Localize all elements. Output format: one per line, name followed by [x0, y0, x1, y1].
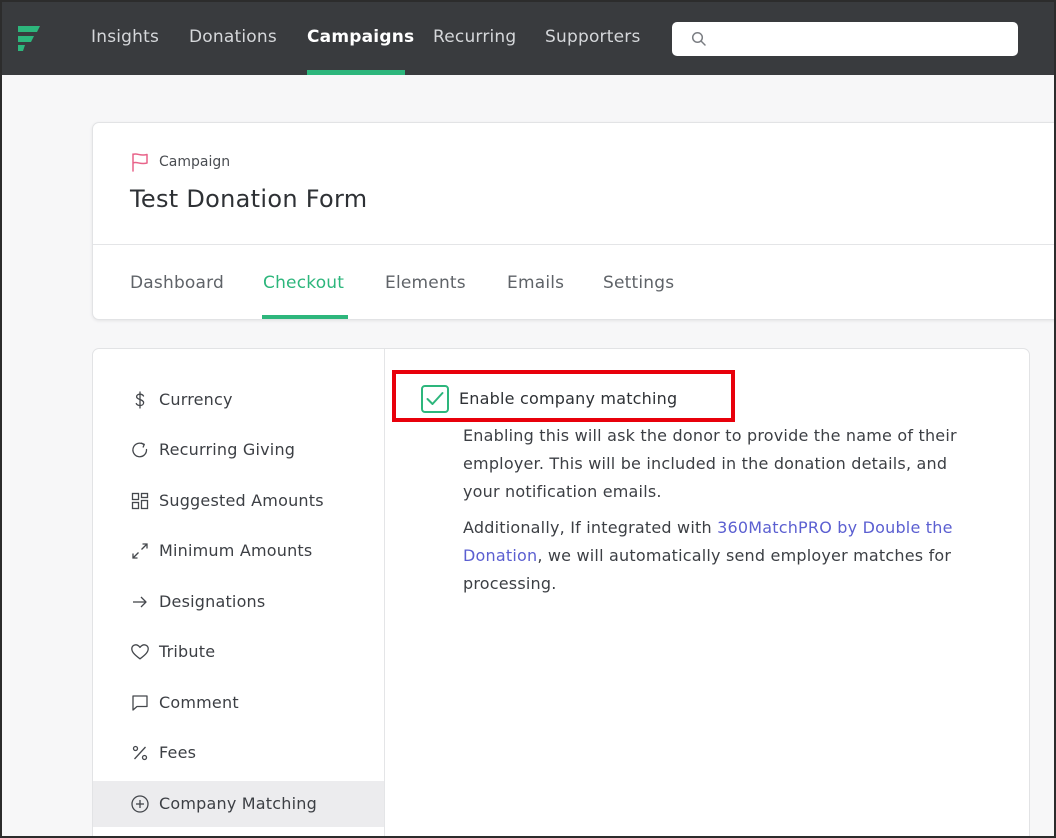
sidebar-item-label: Recurring Giving: [159, 440, 296, 459]
breadcrumb: Campaign: [159, 154, 231, 170]
sidebar-item-suggested-amounts[interactable]: Suggested Amounts: [93, 478, 384, 524]
campaign-header-card: Campaign Test Donation Form Dashboard Ch…: [92, 122, 1056, 320]
search-box[interactable]: [672, 22, 1018, 56]
fundraise-logo-icon[interactable]: [15, 24, 43, 54]
sidebar-item-label: Minimum Amounts: [159, 541, 313, 560]
tab-dashboard[interactable]: Dashboard: [130, 273, 224, 293]
arrow-right-icon: [133, 596, 147, 608]
tab-active-indicator: [262, 315, 348, 319]
sidebar-item-label: Designations: [159, 592, 266, 611]
top-navigation: Insights Donations Campaigns Recurring S…: [0, 0, 1056, 75]
sidebar-item-fees[interactable]: Fees: [93, 730, 384, 776]
sidebar-item-designations[interactable]: Designations: [93, 579, 384, 625]
sidebar-item-minimum-amounts[interactable]: Minimum Amounts: [93, 528, 384, 574]
sidebar-item-tribute[interactable]: Tribute: [93, 629, 384, 675]
refresh-icon: [132, 442, 148, 458]
grid-icon: [131, 492, 149, 510]
sidebar-divider: [384, 349, 385, 838]
flag-icon: [132, 153, 148, 172]
nav-active-indicator: [307, 70, 405, 75]
integration-suffix: , we will automatically send employer ma…: [463, 546, 952, 593]
integration-text: Additionally, If integrated with 360Matc…: [463, 514, 973, 598]
nav-insights[interactable]: Insights: [91, 27, 159, 75]
company-matching-label[interactable]: Enable company matching: [459, 389, 677, 408]
plus-circle-icon: [131, 795, 149, 813]
sidebar-item-label: Currency: [159, 390, 233, 409]
sidebar-item-label: Comment: [159, 693, 239, 712]
heart-icon: [131, 644, 149, 660]
dollar-icon: [135, 391, 145, 409]
sidebar-item-comment[interactable]: Comment: [93, 680, 384, 726]
search-icon: [691, 31, 706, 46]
sidebar-item-recurring-giving[interactable]: Recurring Giving: [93, 427, 384, 473]
page-title: Test Donation Form: [130, 185, 368, 213]
tab-elements[interactable]: Elements: [385, 273, 466, 293]
comment-icon: [132, 695, 148, 711]
sidebar-item-label: Fees: [159, 743, 197, 762]
sidebar-item-label: Suggested Amounts: [159, 491, 324, 510]
tab-checkout[interactable]: Checkout: [263, 273, 344, 293]
search-input[interactable]: [716, 26, 1006, 52]
sidebar-item-currency[interactable]: Currency: [93, 377, 384, 423]
nav-campaigns[interactable]: Campaigns: [307, 27, 414, 75]
sidebar-item-company-matching[interactable]: Company Matching: [93, 781, 384, 827]
percent-icon: [132, 745, 148, 761]
nav-supporters[interactable]: Supporters: [545, 27, 641, 75]
sidebar-item-label: Tribute: [159, 642, 216, 661]
tab-emails[interactable]: Emails: [507, 273, 564, 293]
company-matching-checkbox[interactable]: [421, 385, 449, 413]
nav-recurring[interactable]: Recurring: [433, 27, 516, 75]
sidebar-item-label: Company Matching: [159, 794, 317, 813]
nav-donations[interactable]: Donations: [189, 27, 277, 75]
expand-icon: [132, 543, 148, 559]
tab-settings[interactable]: Settings: [603, 273, 674, 293]
header-divider: [93, 244, 1056, 245]
description-text: Enabling this will ask the donor to prov…: [463, 426, 957, 501]
integration-prefix: Additionally, If integrated with: [463, 518, 718, 537]
checkmark-icon: [426, 392, 444, 405]
